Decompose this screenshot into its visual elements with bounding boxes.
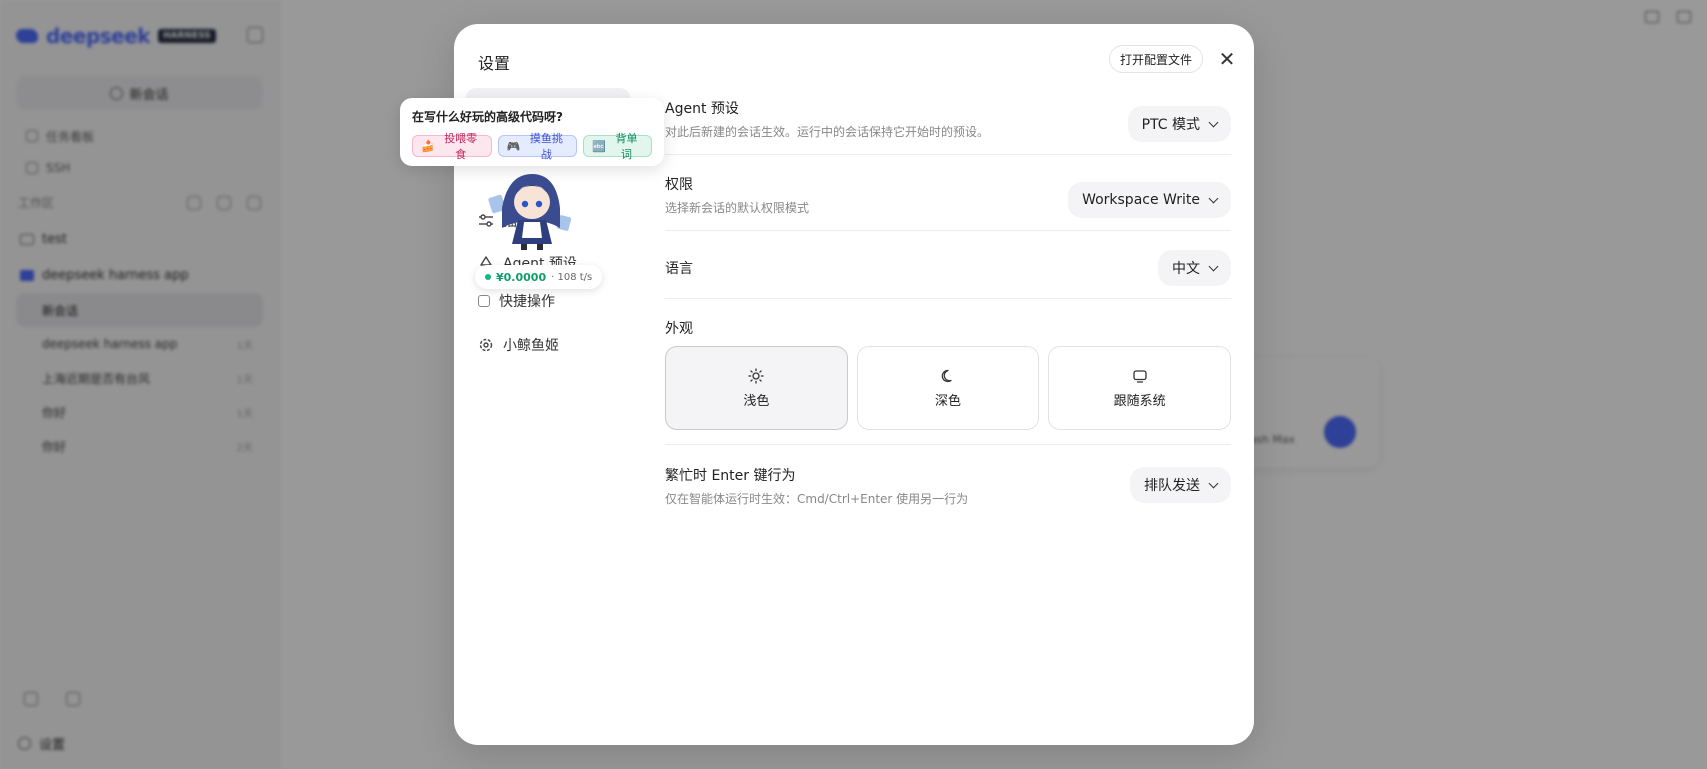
book-icon: 🔤 [592,139,607,153]
setting-busy-enter: 繁忙时 Enter 键行为 仅在智能体运行时生效：Cmd/Ctrl+Enter … [665,465,1231,525]
dropdown-value: PTC 模式 [1141,117,1200,133]
dropdown-value: 排队发送 [1144,478,1200,494]
setting-permission: 权限 选择新会话的默认权限模式 Workspace Write [665,174,1231,234]
chevron-down-icon [1208,193,1219,203]
cost-value: ¥0.0000 [496,270,547,284]
chip-label: 摸鱼挑战 [529,132,563,161]
monitor-icon [1133,369,1147,383]
theme-label: 浅色 [743,393,770,409]
modal-title: 设置 [478,54,511,73]
permission-dropdown[interactable]: Workspace Write [1068,182,1231,218]
setting-agent-preset: Agent 预设 对此后新建的会话生效。运行中的会话保持它开始时的预设。 PTC… [665,98,1231,158]
feed-snack-button[interactable]: 🍰 投喂零食 [412,132,492,161]
mascot-actions: 🍰 投喂零食 🎮 摸鱼挑战 🔤 背单词 [412,132,653,161]
theme-label: 跟随系统 [1113,393,1166,409]
busy-enter-dropdown[interactable]: 排队发送 [1130,467,1231,503]
snack-icon: 🍰 [421,139,435,153]
sun-icon [748,367,764,384]
vocabulary-button[interactable]: 🔤 背单词 [583,132,653,161]
nav-item-mascot[interactable]: 小鲸鱼姬 [478,328,559,362]
chip-label: 背单词 [615,132,638,161]
divider [665,298,1231,299]
close-icon[interactable]: ✕ [1216,48,1238,70]
theme-label: 深色 [935,393,962,409]
setting-appearance: 外观 [665,318,1231,338]
chevron-down-icon [1208,261,1219,271]
theme-options: 浅色 深色 跟随系统 [665,346,1232,430]
chevron-down-icon [1208,478,1219,488]
status-dot [485,274,491,280]
dropdown-value: Workspace Write [1082,192,1200,208]
gamepad-icon: 🎮 [506,139,521,153]
usage-stats-pill: ¥0.0000 · 108 t/s [475,265,603,289]
chevron-down-icon [1208,117,1219,127]
theme-system-option[interactable]: 跟随系统 [1048,346,1232,430]
shortcut-icon [478,295,490,307]
divider [665,154,1231,155]
whale-girl-mascot[interactable] [488,168,574,252]
nav-item-label: 小鲸鱼姬 [503,338,559,354]
nav-item-label: 快捷操作 [499,294,555,310]
theme-light-option[interactable]: 浅色 [665,346,848,430]
setting-title: 语言 [665,261,693,277]
setting-title: 外观 [665,321,693,337]
slack-off-challenge-button[interactable]: 🎮 摸鱼挑战 [497,132,578,161]
divider [665,444,1231,445]
dropdown-value: 中文 [1172,261,1200,277]
moon-icon [941,369,952,382]
chip-label: 投喂零食 [444,132,478,161]
open-config-button[interactable]: 打开配置文件 [1109,45,1204,73]
mascot-speech-bubble: 在写什么好玩的高级代码呀? 🍰 投喂零食 🎮 摸鱼挑战 🔤 背单词 [400,98,664,166]
agent-preset-dropdown[interactable]: PTC 模式 [1127,106,1231,142]
language-dropdown[interactable]: 中文 [1158,250,1231,286]
theme-dark-option[interactable]: 深色 [856,346,1040,430]
divider [665,230,1231,231]
gear-icon [479,338,493,352]
token-rate: · 108 t/s [551,271,593,283]
mascot-question: 在写什么好玩的高级代码呀? [412,110,563,124]
setting-language: 语言 中文 [665,250,1231,298]
nav-item-shortcuts[interactable]: 快捷操作 [478,284,555,318]
